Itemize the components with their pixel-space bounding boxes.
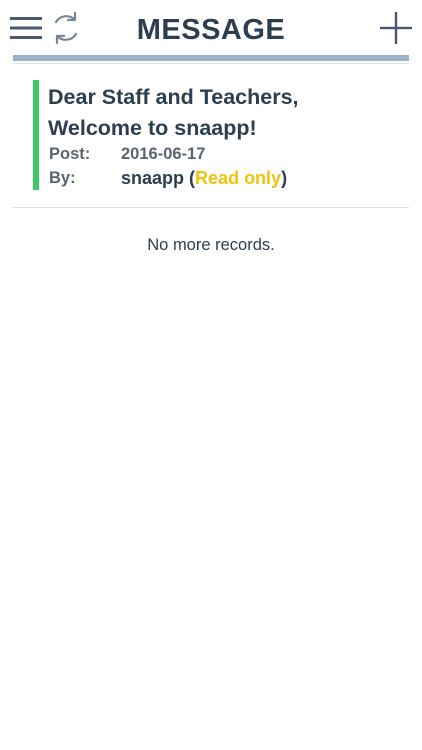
add-message-button[interactable] <box>376 8 416 48</box>
author-value: snaapp (Read only) <box>121 167 287 189</box>
message-title: Dear Staff and Teachers, Welcome to snaa… <box>48 85 299 140</box>
paren-close: ) <box>281 168 288 188</box>
page-title: MESSAGE <box>136 14 286 46</box>
plus-icon <box>380 12 412 44</box>
no-more-records: No more records. <box>147 236 275 254</box>
post-date: 2016-06-17 <box>121 145 206 163</box>
header-underline-bar <box>13 55 409 61</box>
header: MESSAGE <box>0 0 422 56</box>
author-name: snaapp <box>121 168 185 188</box>
read-only-badge: Read only <box>195 168 282 188</box>
header-underline-line <box>13 63 409 64</box>
by-label: By: <box>49 169 76 187</box>
message-screen: MESSAGE Dear Staff and Teachers, Welcome… <box>0 0 422 750</box>
post-label: Post: <box>49 145 91 163</box>
list-divider <box>13 207 409 208</box>
unread-accent-bar <box>33 80 39 190</box>
